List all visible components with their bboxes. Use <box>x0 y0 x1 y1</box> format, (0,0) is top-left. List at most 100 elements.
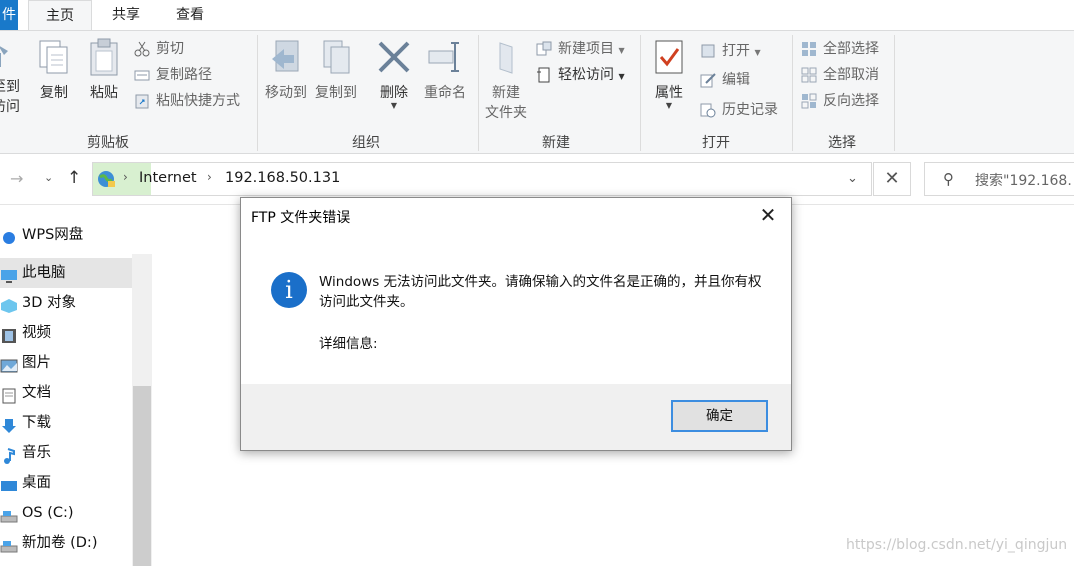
cut-button[interactable]: 剪切 <box>134 38 184 60</box>
address-bar[interactable]: › Internet › 192.168.50.131 ⌄ <box>92 162 872 196</box>
dialog-footer: 确定 <box>241 384 791 450</box>
group-separator <box>894 35 895 151</box>
search-box[interactable]: ⚲ 搜索"192.168. <box>924 162 1074 196</box>
select-all-icon <box>801 41 817 57</box>
copy-path-button[interactable]: 复制路径 <box>134 64 212 86</box>
history-button[interactable]: 历史记录 <box>700 99 778 121</box>
easy-access-icon <box>536 67 552 83</box>
sidebar-item[interactable]: 音乐 <box>0 438 132 468</box>
copy-icon <box>36 37 72 77</box>
copy-path-label: 复制路径 <box>156 67 212 83</box>
sidebar-item-label: WPS网盘 <box>22 227 84 243</box>
group-label-open: 打开 <box>702 135 730 151</box>
clipboard-icon <box>86 37 122 77</box>
select-all-button[interactable]: 全部选择 <box>801 38 879 60</box>
sidebar-item-label: 音乐 <box>22 445 51 461</box>
stop-close-icon[interactable]: ✕ <box>873 162 911 196</box>
paste-shortcut-label: 粘贴快捷方式 <box>156 93 240 109</box>
new-folder-button[interactable]: 新建 文件夹 <box>482 37 530 123</box>
sidebar-item[interactable]: 下载 <box>0 408 132 438</box>
properties-button[interactable]: 属性 ▼ <box>648 37 690 110</box>
film-icon <box>0 325 18 343</box>
dialog-details-label: 详细信息: <box>319 336 378 352</box>
new-item-icon <box>536 41 552 57</box>
address-history-chevron-icon[interactable]: ⌄ <box>847 171 858 186</box>
sidebar-item[interactable]: 文档 <box>0 378 132 408</box>
watermark: https://blog.csdn.net/yi_qingjun <box>846 537 1068 553</box>
easy-access-button[interactable]: 轻松访问 ▼ <box>536 64 625 86</box>
tab-home[interactable]: 主页 <box>28 0 92 31</box>
rename-icon <box>427 37 463 77</box>
properties-label: 属性 <box>655 85 683 101</box>
search-input[interactable]: 搜索"192.168. <box>975 170 1072 190</box>
computer-icon <box>0 265 18 283</box>
move-to-button[interactable]: 移动到 <box>262 37 310 103</box>
ribbon: 至到 访问 复制 粘贴 剪切 复制路径 粘贴快捷方式 剪贴板 移动到 <box>0 30 1074 154</box>
group-separator <box>478 35 479 151</box>
group-separator <box>257 35 258 151</box>
dialog-close-icon[interactable]: ✕ <box>753 202 783 228</box>
drive-icon <box>0 535 18 553</box>
recent-chevron-down-icon[interactable]: ⌄ <box>44 171 53 184</box>
group-separator <box>792 35 793 151</box>
up-arrow-icon[interactable]: ↑ <box>67 168 81 188</box>
paste-shortcut-button[interactable]: 粘贴快捷方式 <box>134 90 240 112</box>
info-icon: i <box>271 272 307 308</box>
sidebar-scrollbar-thumb[interactable] <box>133 386 151 566</box>
document-icon <box>0 385 18 404</box>
properties-check-icon <box>651 37 687 77</box>
sidebar-item[interactable]: OS (C:) <box>0 498 132 528</box>
ribbon-tab-strip: 件 主页 共享 查看 <box>0 0 1074 31</box>
breadcrumb-chevron-icon[interactable]: › <box>123 170 128 184</box>
delete-x-icon <box>376 37 412 77</box>
select-none-icon <box>801 67 817 83</box>
sidebar-item[interactable]: 此电脑 <box>0 258 132 288</box>
sidebar-item[interactable]: 桌面 <box>0 468 132 498</box>
cut-label: 剪切 <box>156 41 184 57</box>
move-to-icon <box>268 37 304 77</box>
tab-share[interactable]: 共享 <box>96 0 156 31</box>
ftp-error-dialog: FTP 文件夹错误 ✕ i Windows 无法访问此文件夹。请确保输入的文件名… <box>240 197 792 451</box>
edit-button[interactable]: 编辑 <box>700 69 750 91</box>
new-item-button[interactable]: 新建项目 ▼ <box>536 38 625 60</box>
invert-selection-button[interactable]: 反向选择 <box>801 90 879 112</box>
group-separator <box>640 35 641 151</box>
select-all-label: 全部选择 <box>823 41 879 57</box>
forward-arrow-icon[interactable]: → <box>10 169 23 188</box>
move-to-label: 移动到 <box>265 85 307 101</box>
sidebar-item[interactable]: 3D 对象 <box>0 288 132 318</box>
breadcrumb-chevron-icon[interactable]: › <box>207 170 212 184</box>
sidebar-item[interactable]: WPS网盘 <box>0 220 132 250</box>
sidebar-item-label: 视频 <box>22 325 51 341</box>
copy-button[interactable]: 复制 <box>36 37 72 103</box>
group-label-select: 选择 <box>828 135 856 151</box>
scissors-icon <box>134 41 150 57</box>
paste-label: 粘贴 <box>90 85 118 101</box>
open-label: 打开 <box>722 43 750 59</box>
history-label: 历史记录 <box>722 102 778 118</box>
dialog-message: Windows 无法访问此文件夹。请确保输入的文件名是正确的，并且你有权访问此文… <box>319 274 762 310</box>
sidebar-item-label: 新加卷 (D:) <box>22 535 98 551</box>
sidebar-item[interactable]: 新加卷 (D:) <box>0 528 132 558</box>
breadcrumb-host[interactable]: 192.168.50.131 <box>225 170 340 186</box>
rename-button[interactable]: 重命名 <box>420 37 470 103</box>
invert-selection-label: 反向选择 <box>823 93 879 109</box>
group-label-clipboard: 剪贴板 <box>87 135 129 151</box>
paste-button[interactable]: 粘贴 <box>86 37 122 103</box>
tab-file[interactable]: 件 <box>0 0 18 31</box>
sidebar-item-label: 桌面 <box>22 475 51 491</box>
tab-view[interactable]: 查看 <box>158 0 222 31</box>
sidebar-item[interactable]: 图片 <box>0 348 132 378</box>
delete-button[interactable]: 删除 ▼ <box>374 37 414 110</box>
copy-to-icon <box>318 37 354 77</box>
sidebar-item-label: 图片 <box>22 355 51 371</box>
pin-quick-access-button[interactable]: 至到 访问 <box>0 37 32 117</box>
dialog-title: FTP 文件夹错误 <box>251 210 351 226</box>
breadcrumb-internet[interactable]: Internet <box>139 170 197 186</box>
open-button[interactable]: 打开 ▼ <box>700 40 761 62</box>
sidebar-item[interactable]: 视频 <box>0 318 132 348</box>
select-none-button[interactable]: 全部取消 <box>801 64 879 86</box>
copy-to-button[interactable]: 复制到 <box>312 37 360 103</box>
chevron-down-icon: ▼ <box>618 72 625 81</box>
ok-button[interactable]: 确定 <box>671 400 768 432</box>
